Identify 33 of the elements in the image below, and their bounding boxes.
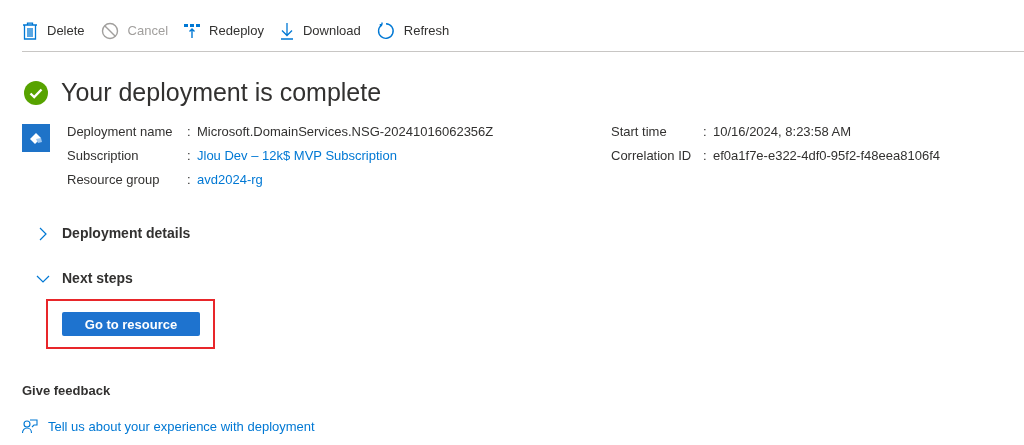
detail-value: 10/16/2024, 8:23:58 AM xyxy=(713,122,852,141)
colon: : xyxy=(187,123,191,139)
colon: : xyxy=(703,147,707,163)
detail-value: ef0a1f7e-e322-4df0-95f2-f48eea8106f4 xyxy=(713,146,940,165)
toolbar-button[interactable]: Redeploy xyxy=(184,20,264,41)
detail-label: Deployment name xyxy=(67,122,174,141)
resource-icon xyxy=(22,123,50,152)
colon: : xyxy=(703,123,707,139)
colon: : xyxy=(187,147,191,163)
detail-label: Resource group xyxy=(67,170,161,189)
detail-label: Subscription xyxy=(67,146,140,165)
detail-label: Start time xyxy=(611,122,668,141)
toolbar-button[interactable]: Refresh xyxy=(376,20,450,41)
success-check-icon xyxy=(24,80,48,105)
section-toggle[interactable]: Next steps xyxy=(36,266,1024,291)
toolbar-button[interactable]: Delete xyxy=(22,20,85,41)
detail-value: Microsoft.DomainServices.NSG-20241016062356Z xyxy=(197,122,494,141)
go-to-resource-button[interactable]: Go to resource xyxy=(62,312,200,337)
detail-label: Correlation ID xyxy=(611,146,693,165)
redeploy-icon xyxy=(184,22,201,39)
cancel-icon xyxy=(100,21,119,40)
toolbar-button[interactable]: Download xyxy=(280,20,361,41)
trash-icon xyxy=(22,21,38,40)
refresh-icon xyxy=(376,21,395,40)
detail-link[interactable]: Jlou Dev – 12k$ MVP Subscription xyxy=(197,145,397,166)
detail-link[interactable]: avd2024-rg xyxy=(197,169,263,190)
download-icon xyxy=(280,21,294,40)
colon: : xyxy=(187,171,191,187)
feedback-heading: Give feedback xyxy=(22,382,111,401)
feedback-icon xyxy=(22,419,38,434)
section-toggle[interactable]: Deployment details xyxy=(36,221,1024,246)
page-title: Your deployment is complete xyxy=(61,77,382,108)
feedback-link[interactable]: Tell us about your experience with deployment xyxy=(48,416,315,437)
